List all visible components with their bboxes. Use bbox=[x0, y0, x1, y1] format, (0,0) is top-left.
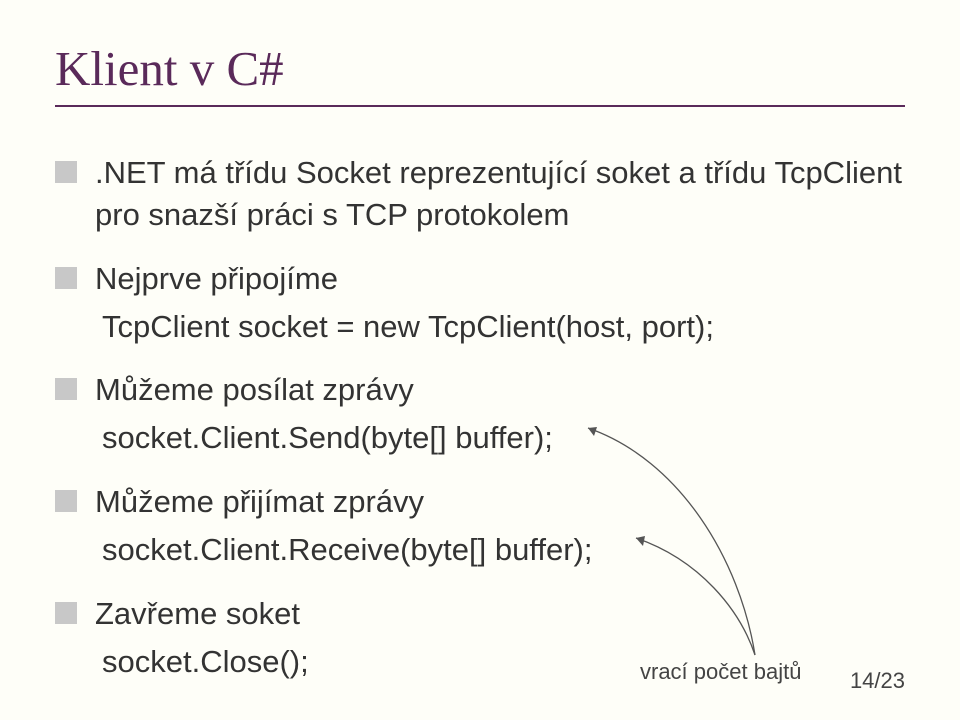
bullet-item: Můžeme přijímat zprávy bbox=[55, 481, 905, 523]
bullet-icon bbox=[55, 378, 77, 400]
title-underline bbox=[55, 105, 905, 107]
bullet-icon bbox=[55, 267, 77, 289]
bullet-item: .NET má třídu Socket reprezentující soke… bbox=[55, 152, 905, 236]
bullet-item: Můžeme posílat zprávy bbox=[55, 369, 905, 411]
slide: Klient v C# .NET má třídu Socket repreze… bbox=[0, 0, 960, 720]
bullet-text: Můžeme posílat zprávy bbox=[95, 369, 905, 411]
code-line-receive: socket.Client.Receive(byte[] buffer); bbox=[102, 529, 905, 571]
bullet-text: Nejprve připojíme bbox=[95, 258, 905, 300]
page-number: 14/23 bbox=[850, 668, 905, 694]
bullet-text: Můžeme přijímat zprávy bbox=[95, 481, 905, 523]
slide-content: .NET má třídu Socket reprezentující soke… bbox=[55, 152, 905, 682]
bullet-icon bbox=[55, 161, 77, 183]
slide-title: Klient v C# bbox=[55, 40, 905, 97]
bullet-item: Nejprve připojíme bbox=[55, 258, 905, 300]
bullet-text: .NET má třídu Socket reprezentující soke… bbox=[95, 152, 905, 236]
bullet-icon bbox=[55, 490, 77, 512]
arrow-caption: vrací počet bajtů bbox=[640, 659, 801, 685]
code-line-send: socket.Client.Send(byte[] buffer); bbox=[102, 417, 905, 459]
bullet-icon bbox=[55, 602, 77, 624]
code-line: TcpClient socket = new TcpClient(host, p… bbox=[102, 306, 905, 348]
bullet-text: Zavřeme soket bbox=[95, 593, 905, 635]
bullet-item: Zavřeme soket bbox=[55, 593, 905, 635]
